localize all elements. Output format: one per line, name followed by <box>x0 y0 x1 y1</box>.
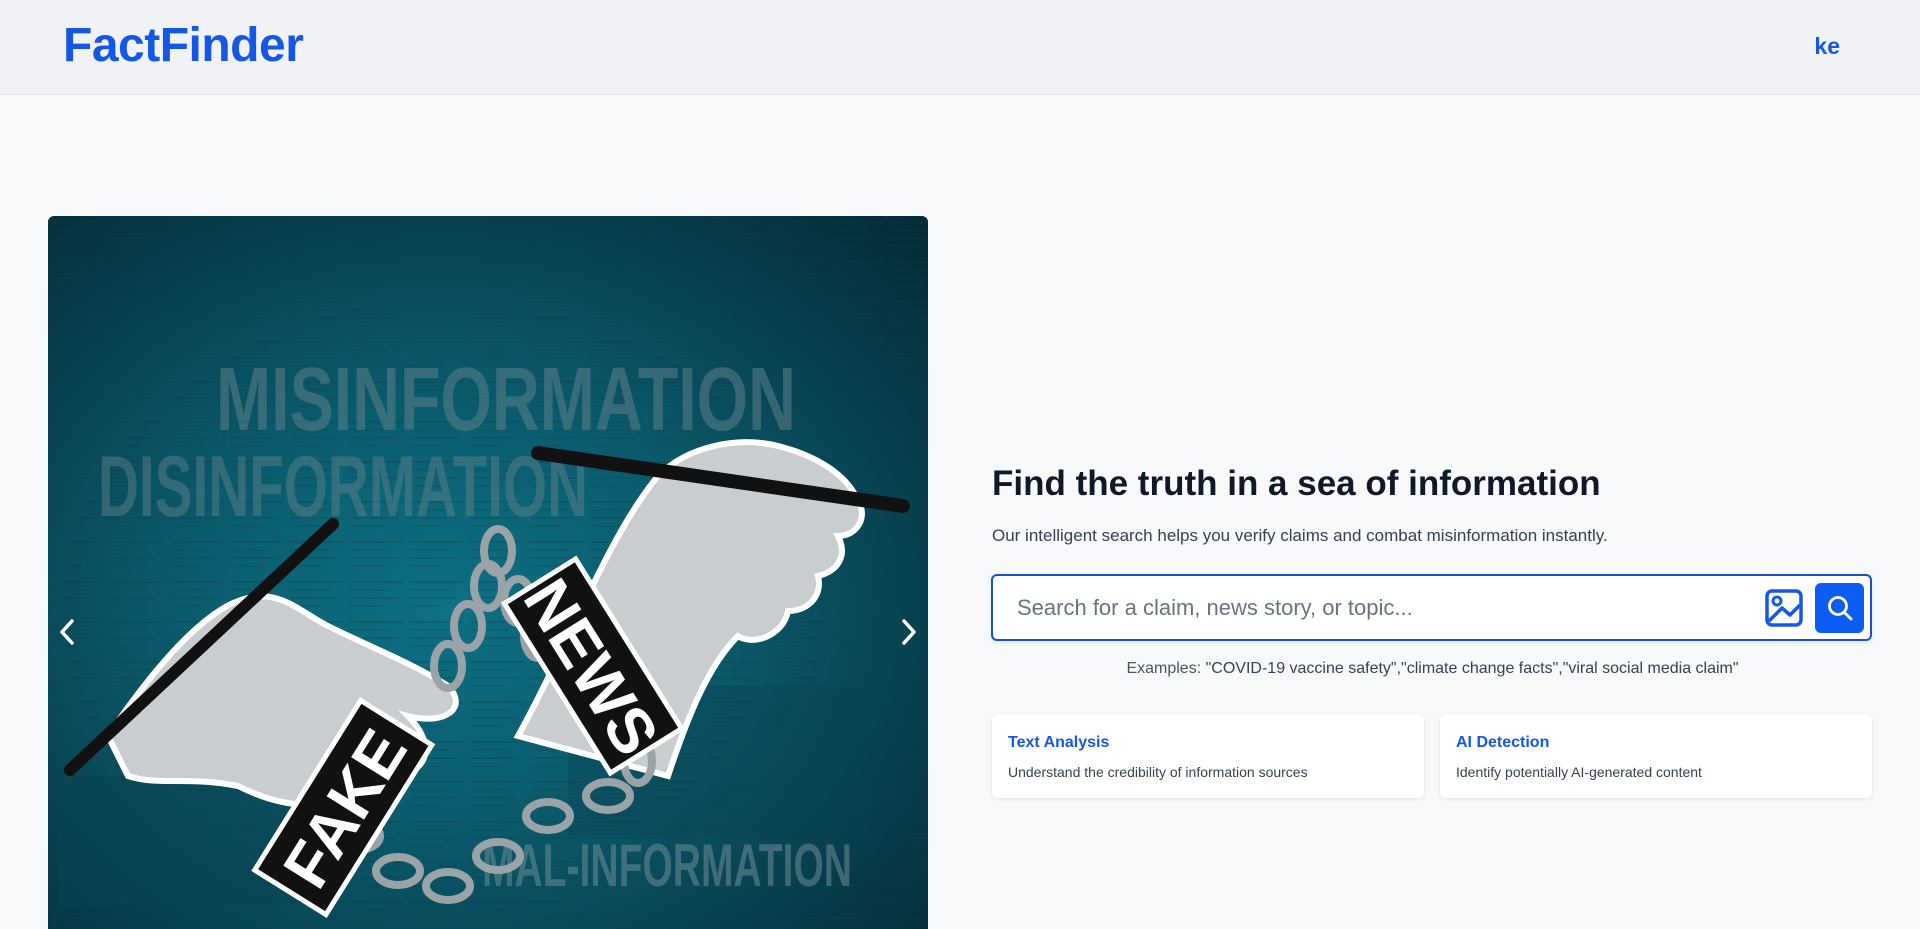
search-bar <box>991 574 1872 641</box>
malinformation-word: MAL-INFORMATION <box>482 832 852 899</box>
feature-card-ai-detection[interactable]: AI Detection Identify potentially AI-gen… <box>1440 714 1872 798</box>
hero-carousel: MISINFORMATION DISINFORMATION MAL-INFORM… <box>48 216 928 929</box>
brand-logo[interactable]: FactFinder <box>63 18 304 73</box>
examples-list[interactable]: "COVID-19 vaccine safety","climate chang… <box>1206 660 1739 677</box>
disinformation-word: DISINFORMATION <box>98 439 588 535</box>
hero-headline: Find the truth in a sea of information <box>992 464 1601 503</box>
image-upload-icon <box>1765 589 1803 627</box>
feature-card-title: AI Detection <box>1456 734 1550 751</box>
user-menu[interactable]: ke <box>1814 33 1840 60</box>
search-icon <box>1827 596 1852 621</box>
search-button[interactable] <box>1815 583 1864 633</box>
carousel-image: MISINFORMATION DISINFORMATION MAL-INFORM… <box>48 216 928 929</box>
chevron-right-icon <box>902 619 916 645</box>
search-examples: Examples: "COVID-19 vaccine safety","cli… <box>992 660 1873 678</box>
examples-label: Examples: <box>1126 660 1202 677</box>
chevron-left-icon <box>60 619 74 645</box>
misinformation-word: MISINFORMATION <box>216 350 796 450</box>
top-navbar: FactFinder ke <box>0 0 1920 95</box>
feature-card-description: Identify potentially AI-generated conten… <box>1456 764 1702 780</box>
carousel-prev-button[interactable] <box>48 608 88 656</box>
search-input[interactable] <box>1017 588 1737 628</box>
carousel-next-button[interactable] <box>888 608 928 656</box>
feature-card-title: Text Analysis <box>1008 734 1110 751</box>
hero-subline: Our intelligent search helps you verify … <box>992 526 1608 545</box>
feature-card-description: Understand the credibility of informatio… <box>1008 764 1308 780</box>
image-search-button[interactable] <box>1761 585 1807 631</box>
feature-card-text-analysis[interactable]: Text Analysis Understand the credibility… <box>992 714 1424 798</box>
